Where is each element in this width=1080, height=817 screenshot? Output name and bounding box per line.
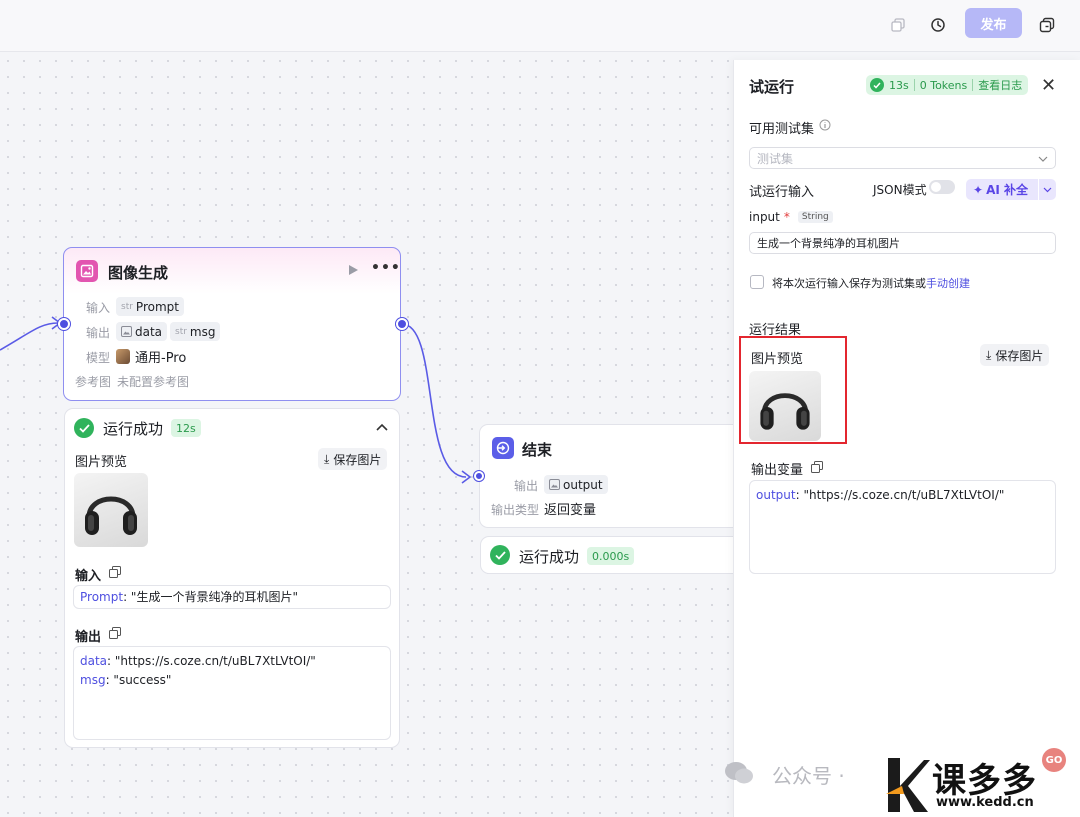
input-label: 输入 <box>86 301 111 315</box>
panel-title: 试运行 <box>749 78 795 96</box>
model-label: 模型 <box>86 351 111 365</box>
reference-value: 未配置参考图 <box>117 375 190 389</box>
chevron-down-icon <box>1038 151 1048 165</box>
output-tag-data: data <box>116 322 168 341</box>
output-value-msg: msg <box>189 324 216 339</box>
image-type-icon <box>549 479 560 490</box>
output-value-box: data: "https://s.coze.cn/t/uBL7XtLVtOI/"… <box>73 646 391 740</box>
copy-icon[interactable] <box>885 12 911 38</box>
preview-label: 图片预览 <box>75 455 128 470</box>
headphones-image[interactable] <box>74 473 148 547</box>
duplicate-icon[interactable] <box>1034 12 1060 38</box>
watermark: 公众号 · GO 课多多 www.kedd.cn <box>724 748 1080 817</box>
output-heading: 输出 <box>75 630 102 645</box>
copy-output-icon[interactable] <box>811 461 823 476</box>
run-time-badge: 0.000s <box>587 547 635 565</box>
input-field[interactable]: 生成一个背景纯净的耳机图片 <box>749 232 1056 254</box>
copy-input-icon[interactable] <box>109 566 121 581</box>
ai-complete-button[interactable]: ✦ AI 补全 <box>966 179 1056 200</box>
history-icon[interactable] <box>925 12 951 38</box>
type-badge: String <box>797 211 833 223</box>
view-log-link[interactable]: 查看日志 <box>978 77 1022 93</box>
image-node-result: 运行成功 12s 图片预览 ⤓ 保存图片 输入 Prompt: "生成一个背景纯… <box>64 408 400 748</box>
input-port[interactable] <box>58 318 70 330</box>
output-port[interactable] <box>396 318 408 330</box>
output-line: msg: "success" <box>80 673 172 687</box>
save-image-button[interactable]: ⤓ 保存图片 <box>980 344 1050 366</box>
output-value-data: data <box>135 324 163 339</box>
model-value: 通用-Pro <box>116 347 186 366</box>
more-icon[interactable]: ••• <box>371 260 401 276</box>
run-status: 运行成功 <box>103 420 164 438</box>
model-avatar-icon <box>116 349 130 364</box>
success-icon <box>490 545 510 565</box>
site-url: www.kedd.cn <box>936 795 1034 810</box>
run-status: 运行成功 <box>519 548 580 566</box>
output-label: 输出 <box>514 479 539 493</box>
str-type-icon: str <box>175 326 187 337</box>
output-value: : "https://s.coze.cn/t/uBL7XtLVtOI/" <box>795 488 1005 502</box>
node-title: 结束 <box>522 441 553 459</box>
input-tag: str Prompt <box>116 297 184 316</box>
input-value: Prompt <box>135 299 179 314</box>
save-testset-checkbox[interactable] <box>750 275 764 289</box>
success-icon <box>74 418 94 438</box>
input-value: : "生成一个背景纯净的耳机图片" <box>123 590 298 604</box>
save-image-button[interactable]: ⤓ 保存图片 <box>318 448 388 470</box>
input-value-box: Prompt: "生成一个背景纯净的耳机图片" <box>73 585 391 609</box>
testset-label: 可用测试集 <box>749 122 815 137</box>
reference-label: 参考图 <box>75 375 112 389</box>
download-icon: ⤓ <box>986 347 992 362</box>
end-node[interactable]: 结束 输出 output 输出类型 返回变量 <box>479 424 741 528</box>
wechat-label: 公众号 · <box>772 764 845 788</box>
kedd-logo <box>886 758 930 812</box>
output-var-box: output: "https://s.coze.cn/t/uBL7XtLVtOI… <box>749 480 1056 574</box>
node-title: 图像生成 <box>108 264 169 282</box>
edge-image-to-end <box>401 323 467 478</box>
input-key: Prompt <box>80 590 124 604</box>
input-heading: 输入 <box>75 569 102 584</box>
wechat-icon <box>725 762 753 784</box>
success-icon <box>870 78 884 92</box>
end-input-port[interactable] <box>474 471 484 481</box>
run-time-badge: 12s <box>171 419 201 437</box>
top-bar: 发布 <box>0 0 1080 52</box>
output-line: data: "https://s.coze.cn/t/uBL7XtLVtOI/" <box>80 654 316 668</box>
highlight-box <box>739 336 847 444</box>
chevron-down-icon[interactable] <box>1038 179 1056 200</box>
output-tag-msg: str msg <box>170 322 221 341</box>
tokens: 0 Tokens <box>919 78 968 92</box>
output-type-value: 返回变量 <box>544 503 597 518</box>
duration: 13s <box>889 78 909 92</box>
manual-create-link[interactable]: 手动创建 <box>926 277 970 290</box>
run-node-icon[interactable] <box>348 264 359 279</box>
download-icon: ⤓ <box>324 451 330 466</box>
json-mode-label: JSON模式 <box>873 183 927 197</box>
end-icon <box>492 437 514 459</box>
image-type-icon <box>121 326 132 337</box>
output-type-label: 输出类型 <box>491 503 540 517</box>
save-testset-text: 将本次运行输入保存为测试集或手动创建 <box>772 277 970 290</box>
sparkle-icon: ✦ <box>973 182 984 197</box>
output-key: output <box>756 488 796 502</box>
end-node-result: 运行成功 0.000s <box>480 536 742 574</box>
close-icon[interactable]: ✕ <box>1041 75 1056 96</box>
image-generation-node[interactable]: 图像生成 ••• 输入 str Prompt 输出 data str msg 模… <box>63 247 401 401</box>
json-mode-toggle[interactable] <box>929 180 955 194</box>
run-status-pill: 13s 0 Tokens 查看日志 <box>866 75 1028 95</box>
output-label: 输出 <box>86 326 111 340</box>
publish-button[interactable]: 发布 <box>965 8 1022 38</box>
collapse-icon[interactable] <box>376 420 388 434</box>
run-input-label: 试运行输入 <box>749 185 815 200</box>
info-icon[interactable] <box>819 119 831 134</box>
testset-select[interactable]: 测试集 <box>749 147 1056 169</box>
str-type-icon: str <box>121 301 133 312</box>
input-param-label: input * String <box>749 210 833 224</box>
image-icon <box>76 260 98 282</box>
go-badge: GO <box>1042 748 1066 772</box>
incoming-edge <box>0 322 59 351</box>
output-var-label: 输出变量 <box>751 463 804 478</box>
output-tag: output <box>544 475 608 494</box>
copy-output-icon[interactable] <box>109 627 121 642</box>
